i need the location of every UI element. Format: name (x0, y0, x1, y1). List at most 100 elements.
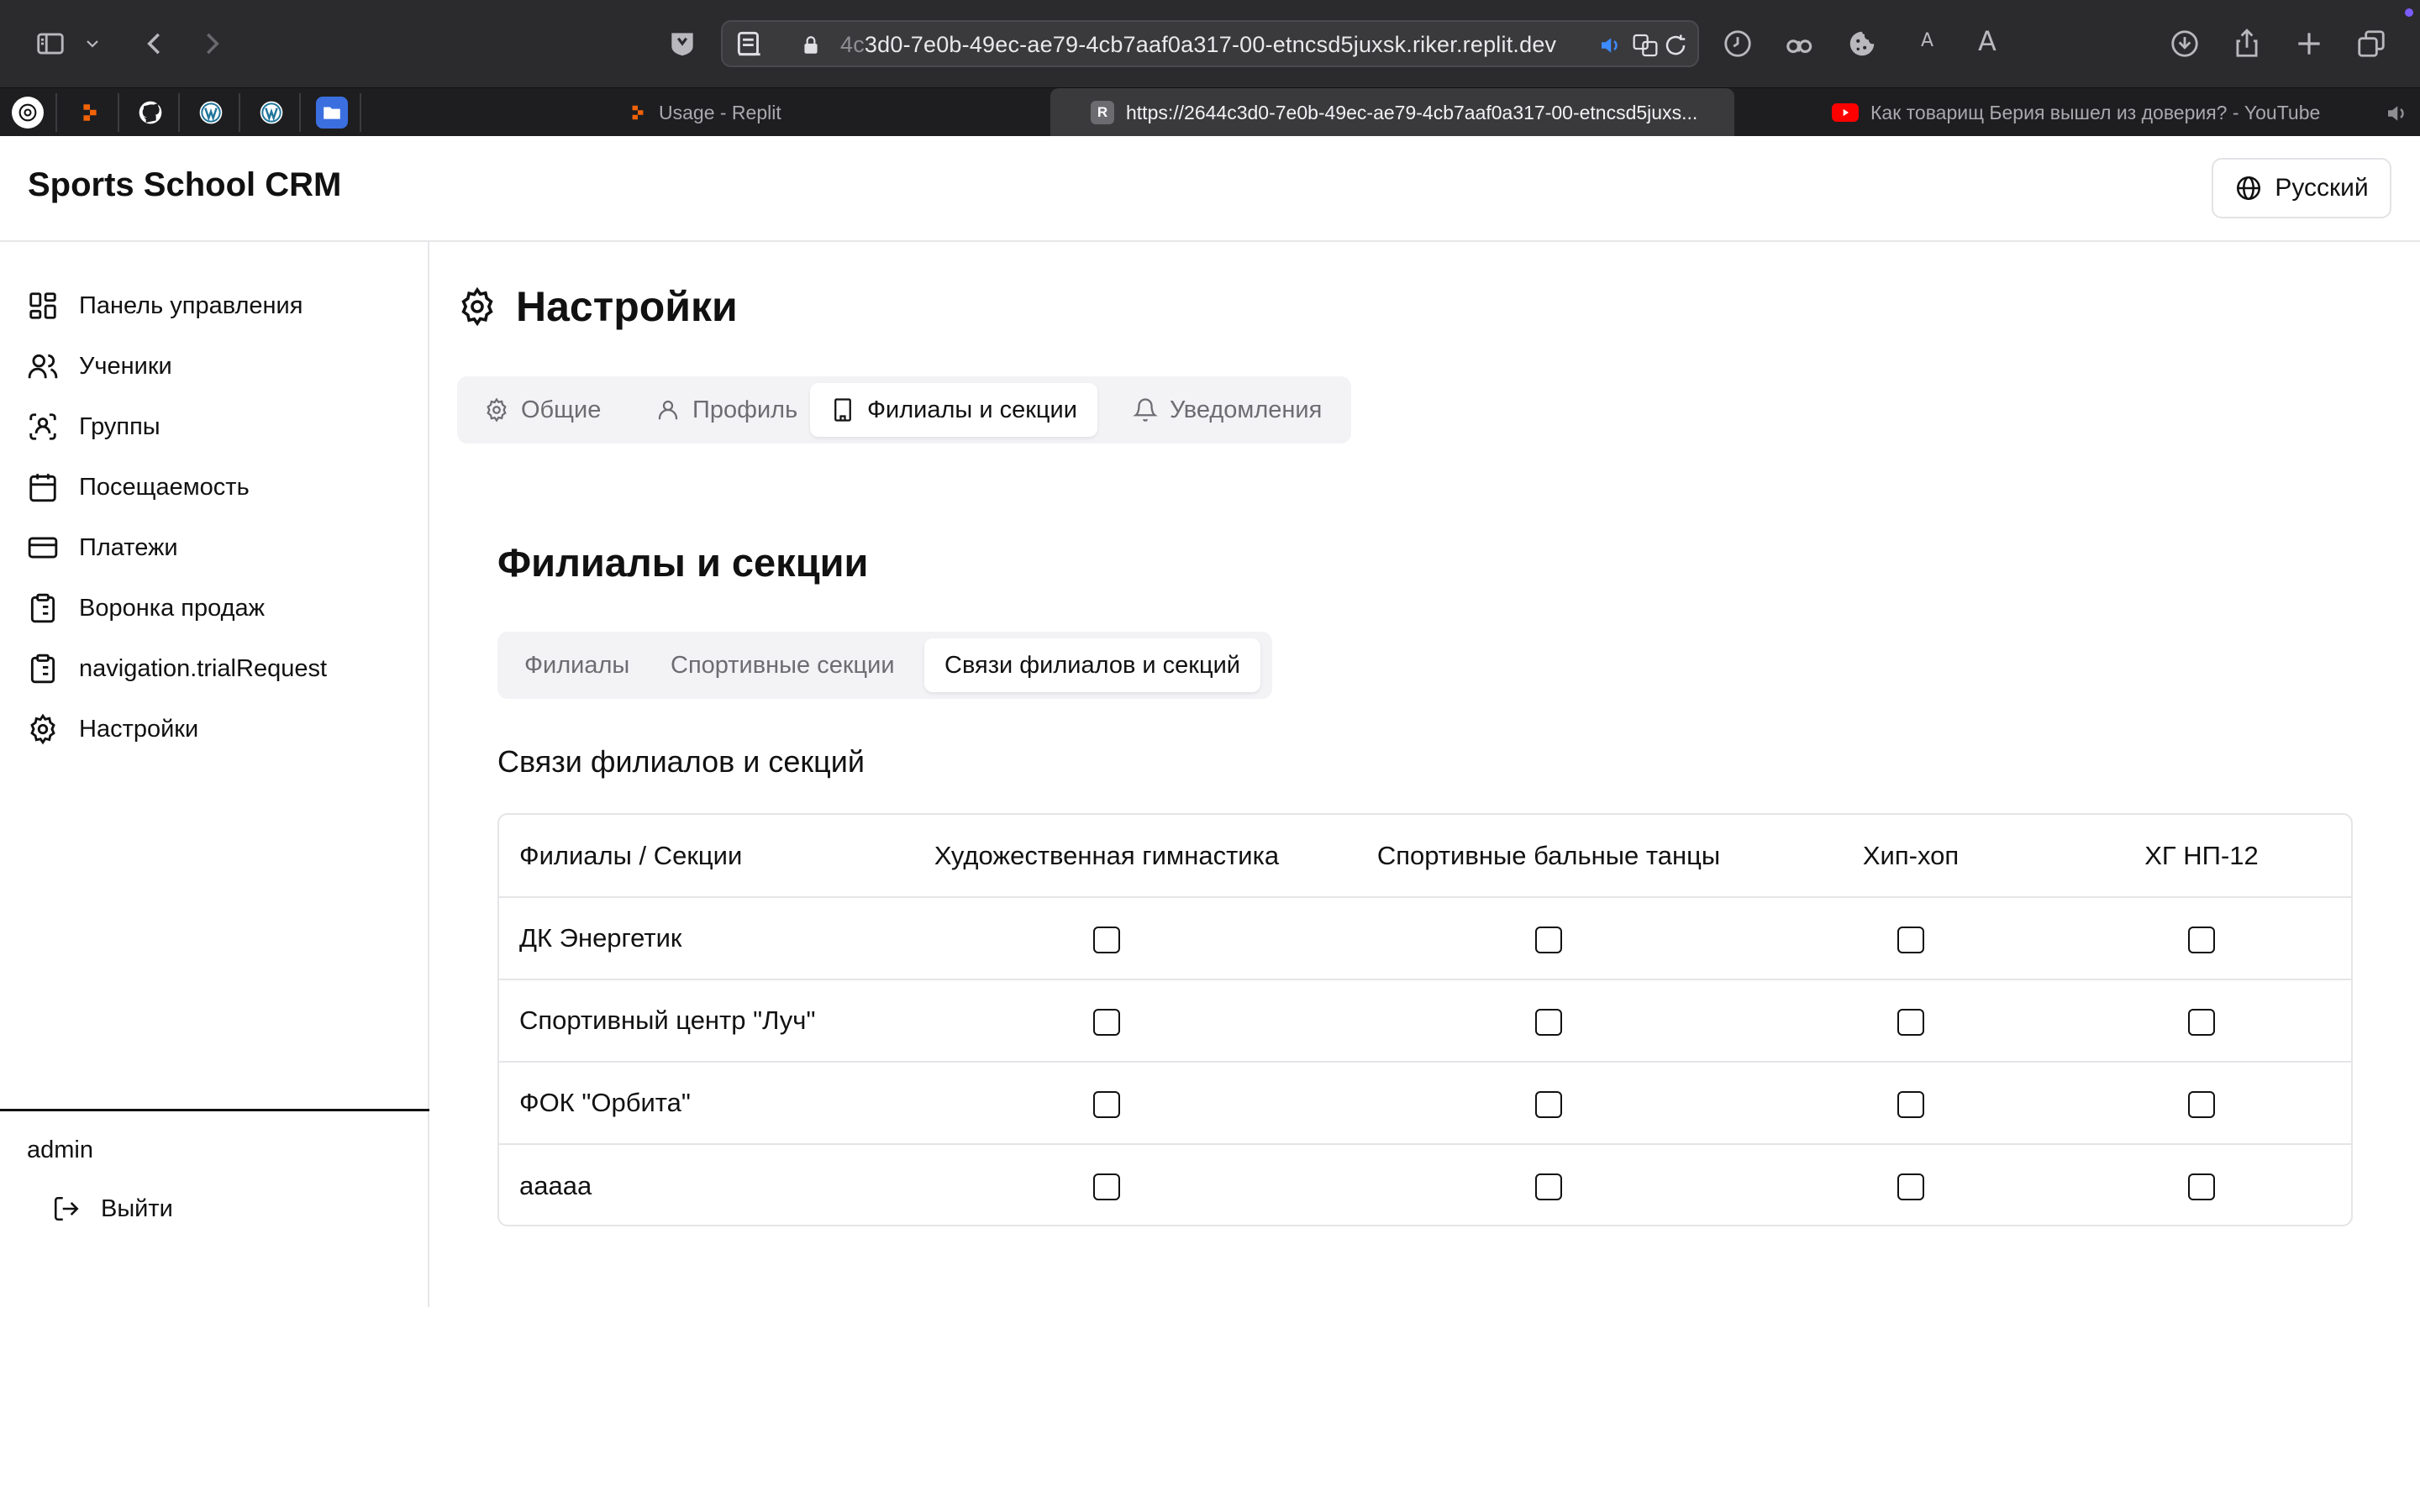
column-header: Спортивные бальные танцы (1328, 815, 1770, 898)
divider (239, 93, 240, 132)
link-checkbox[interactable] (1897, 1090, 1924, 1118)
matrix-cell (1770, 979, 2052, 1063)
sidebar-item-settings[interactable]: Настройки (27, 706, 198, 753)
link-checkbox[interactable] (1093, 1173, 1120, 1201)
shield-extension-icon[interactable] (664, 25, 701, 62)
language-button[interactable]: Русский (2212, 158, 2391, 218)
table-row: ааааа (499, 1144, 2351, 1225)
divider (118, 93, 119, 132)
github-favicon-icon[interactable] (134, 97, 166, 129)
wordpress-favicon-icon[interactable] (255, 97, 287, 129)
sidebar-item-label: Посещаемость (79, 473, 250, 501)
url-text[interactable]: 4c3d0-7e0b-49ec-ae79-4cb7aaf0a317-00-etn… (840, 32, 1556, 58)
link-checkbox[interactable] (1093, 926, 1120, 953)
reload-icon[interactable] (1657, 27, 1694, 64)
gear-icon (461, 286, 493, 327)
link-checkbox[interactable] (1897, 1008, 1924, 1036)
branches-subtabs: Филиалы Спортивные секции Связи филиалов… (497, 632, 1272, 699)
sidebar-item-groups[interactable]: Группы (27, 403, 160, 450)
subtab-sport-sections[interactable]: Спортивные секции (650, 638, 915, 692)
clipboard-icon (30, 593, 55, 623)
page-menu-icon[interactable] (731, 25, 768, 62)
link-checkbox[interactable] (1535, 1173, 1562, 1201)
sidebar-item-attendance[interactable]: Посещаемость (27, 464, 250, 511)
divider (178, 93, 180, 132)
sidebar-item-payments[interactable]: Платежи (27, 524, 178, 571)
link-checkbox[interactable] (2188, 1008, 2215, 1036)
text-size-small-icon[interactable]: A (1921, 30, 1933, 51)
tab-label: Профиль (692, 396, 798, 423)
link-checkbox[interactable] (2188, 1090, 2215, 1118)
language-label: Русский (2275, 174, 2369, 202)
tab-profile[interactable]: Профиль (635, 383, 818, 437)
history-icon[interactable] (1719, 25, 1756, 62)
new-tab-icon[interactable] (2291, 25, 2328, 62)
folder-favicon-icon[interactable] (316, 97, 348, 129)
tab-branches-sections[interactable]: Филиалы и секции (810, 383, 1097, 437)
tab-audio-icon[interactable] (2378, 95, 2415, 132)
subtab-branches[interactable]: Филиалы (504, 638, 650, 692)
divider (360, 93, 361, 132)
link-checkbox[interactable] (2188, 1173, 2215, 1201)
audio-playing-icon[interactable] (1591, 27, 1628, 64)
sidebar-item-label: navigation.trialRequest (79, 654, 328, 682)
link-checkbox[interactable] (1535, 1008, 1562, 1036)
share-icon[interactable] (2228, 25, 2265, 62)
sidebar-item-label: Группы (79, 412, 160, 440)
ae-extension-icon[interactable] (1781, 25, 1818, 62)
tab-title: https://2644c3d0-7e0b-49ec-ae79-4cb7aaf0… (1126, 101, 1698, 123)
sidebar-item-label: Настройки (79, 715, 199, 743)
clipboard-icon (30, 654, 55, 684)
wordpress-favicon-icon[interactable] (195, 97, 227, 129)
chatgpt-favicon-icon[interactable] (12, 97, 44, 129)
link-checkbox[interactable] (1897, 926, 1924, 953)
matrix-header-row: Филиалы / Секции Художественная гимнасти… (499, 815, 2351, 898)
users-icon (28, 354, 58, 379)
chevron-down-icon[interactable] (79, 25, 106, 62)
subtab-branch-section-links[interactable]: Связи филиалов и секций (924, 638, 1261, 692)
divider (299, 93, 301, 132)
divider (55, 93, 57, 132)
browser-tab-usage[interactable]: Usage - Replit (629, 88, 1032, 137)
link-checkbox[interactable] (2188, 926, 2215, 953)
url-prefix: 4c (840, 32, 865, 57)
sidebar-item-students[interactable]: Ученики (27, 343, 172, 390)
sidebar-item-trial-request[interactable]: navigation.trialRequest (27, 645, 327, 692)
download-icon[interactable] (2166, 25, 2203, 62)
link-checkbox[interactable] (1535, 1090, 1562, 1118)
tab-label: Филиалы и секции (867, 396, 1077, 423)
cookie-icon[interactable] (1844, 25, 1881, 62)
link-checkbox[interactable] (1093, 1090, 1120, 1118)
text-size-large-icon[interactable]: A (1978, 25, 1996, 57)
gear-icon (30, 713, 55, 745)
app-brand[interactable]: Sports School CRM (28, 166, 341, 204)
forward-icon[interactable] (193, 25, 230, 62)
branch-name: ДК Энергетик (499, 897, 886, 980)
logout-button[interactable]: Выйти (52, 1185, 173, 1232)
table-row: ДК Энергетик (499, 897, 2351, 980)
tab-notifications[interactable]: Уведомления (1113, 383, 1342, 437)
branch-section-matrix: Филиалы / Секции Художественная гимнасти… (497, 813, 2353, 1226)
replit-favicon-icon[interactable] (74, 97, 106, 129)
back-icon[interactable] (136, 25, 173, 62)
branch-name: ааааа (519, 1170, 592, 1200)
link-checkbox[interactable] (1535, 926, 1562, 953)
matrix-cell (1328, 1062, 1770, 1145)
tab-general[interactable]: Общие (464, 383, 621, 437)
sidebar-item-sales-funnel[interactable]: Воронка продаж (27, 585, 265, 632)
globe-icon (2237, 176, 2261, 201)
link-checkbox[interactable] (1093, 1008, 1120, 1036)
notification-dot (2405, 8, 2413, 17)
user-icon (658, 400, 678, 420)
tab-overview-icon[interactable] (2353, 25, 2390, 62)
browser-tab-youtube[interactable]: Как товарищ Берия вышел из доверия? - Yo… (1832, 88, 2370, 137)
sidebar-toggle-icon[interactable] (32, 25, 69, 62)
sidebar-item-dashboard[interactable]: Панель управления (27, 282, 302, 329)
branch-name: ФОК "Орбита" (499, 1062, 886, 1145)
current-user: admin (27, 1137, 93, 1163)
browser-tab-app[interactable]: R https://2644c3d0-7e0b-49ec-ae79-4cb7aa… (1050, 88, 1734, 137)
address-bar[interactable]: 4c3d0-7e0b-49ec-ae79-4cb7aaf0a317-00-etn… (721, 20, 1699, 67)
matrix-cell (1770, 1144, 2052, 1225)
link-checkbox[interactable] (1897, 1173, 1924, 1201)
sidebar-item-label: Воронка продаж (79, 594, 266, 622)
